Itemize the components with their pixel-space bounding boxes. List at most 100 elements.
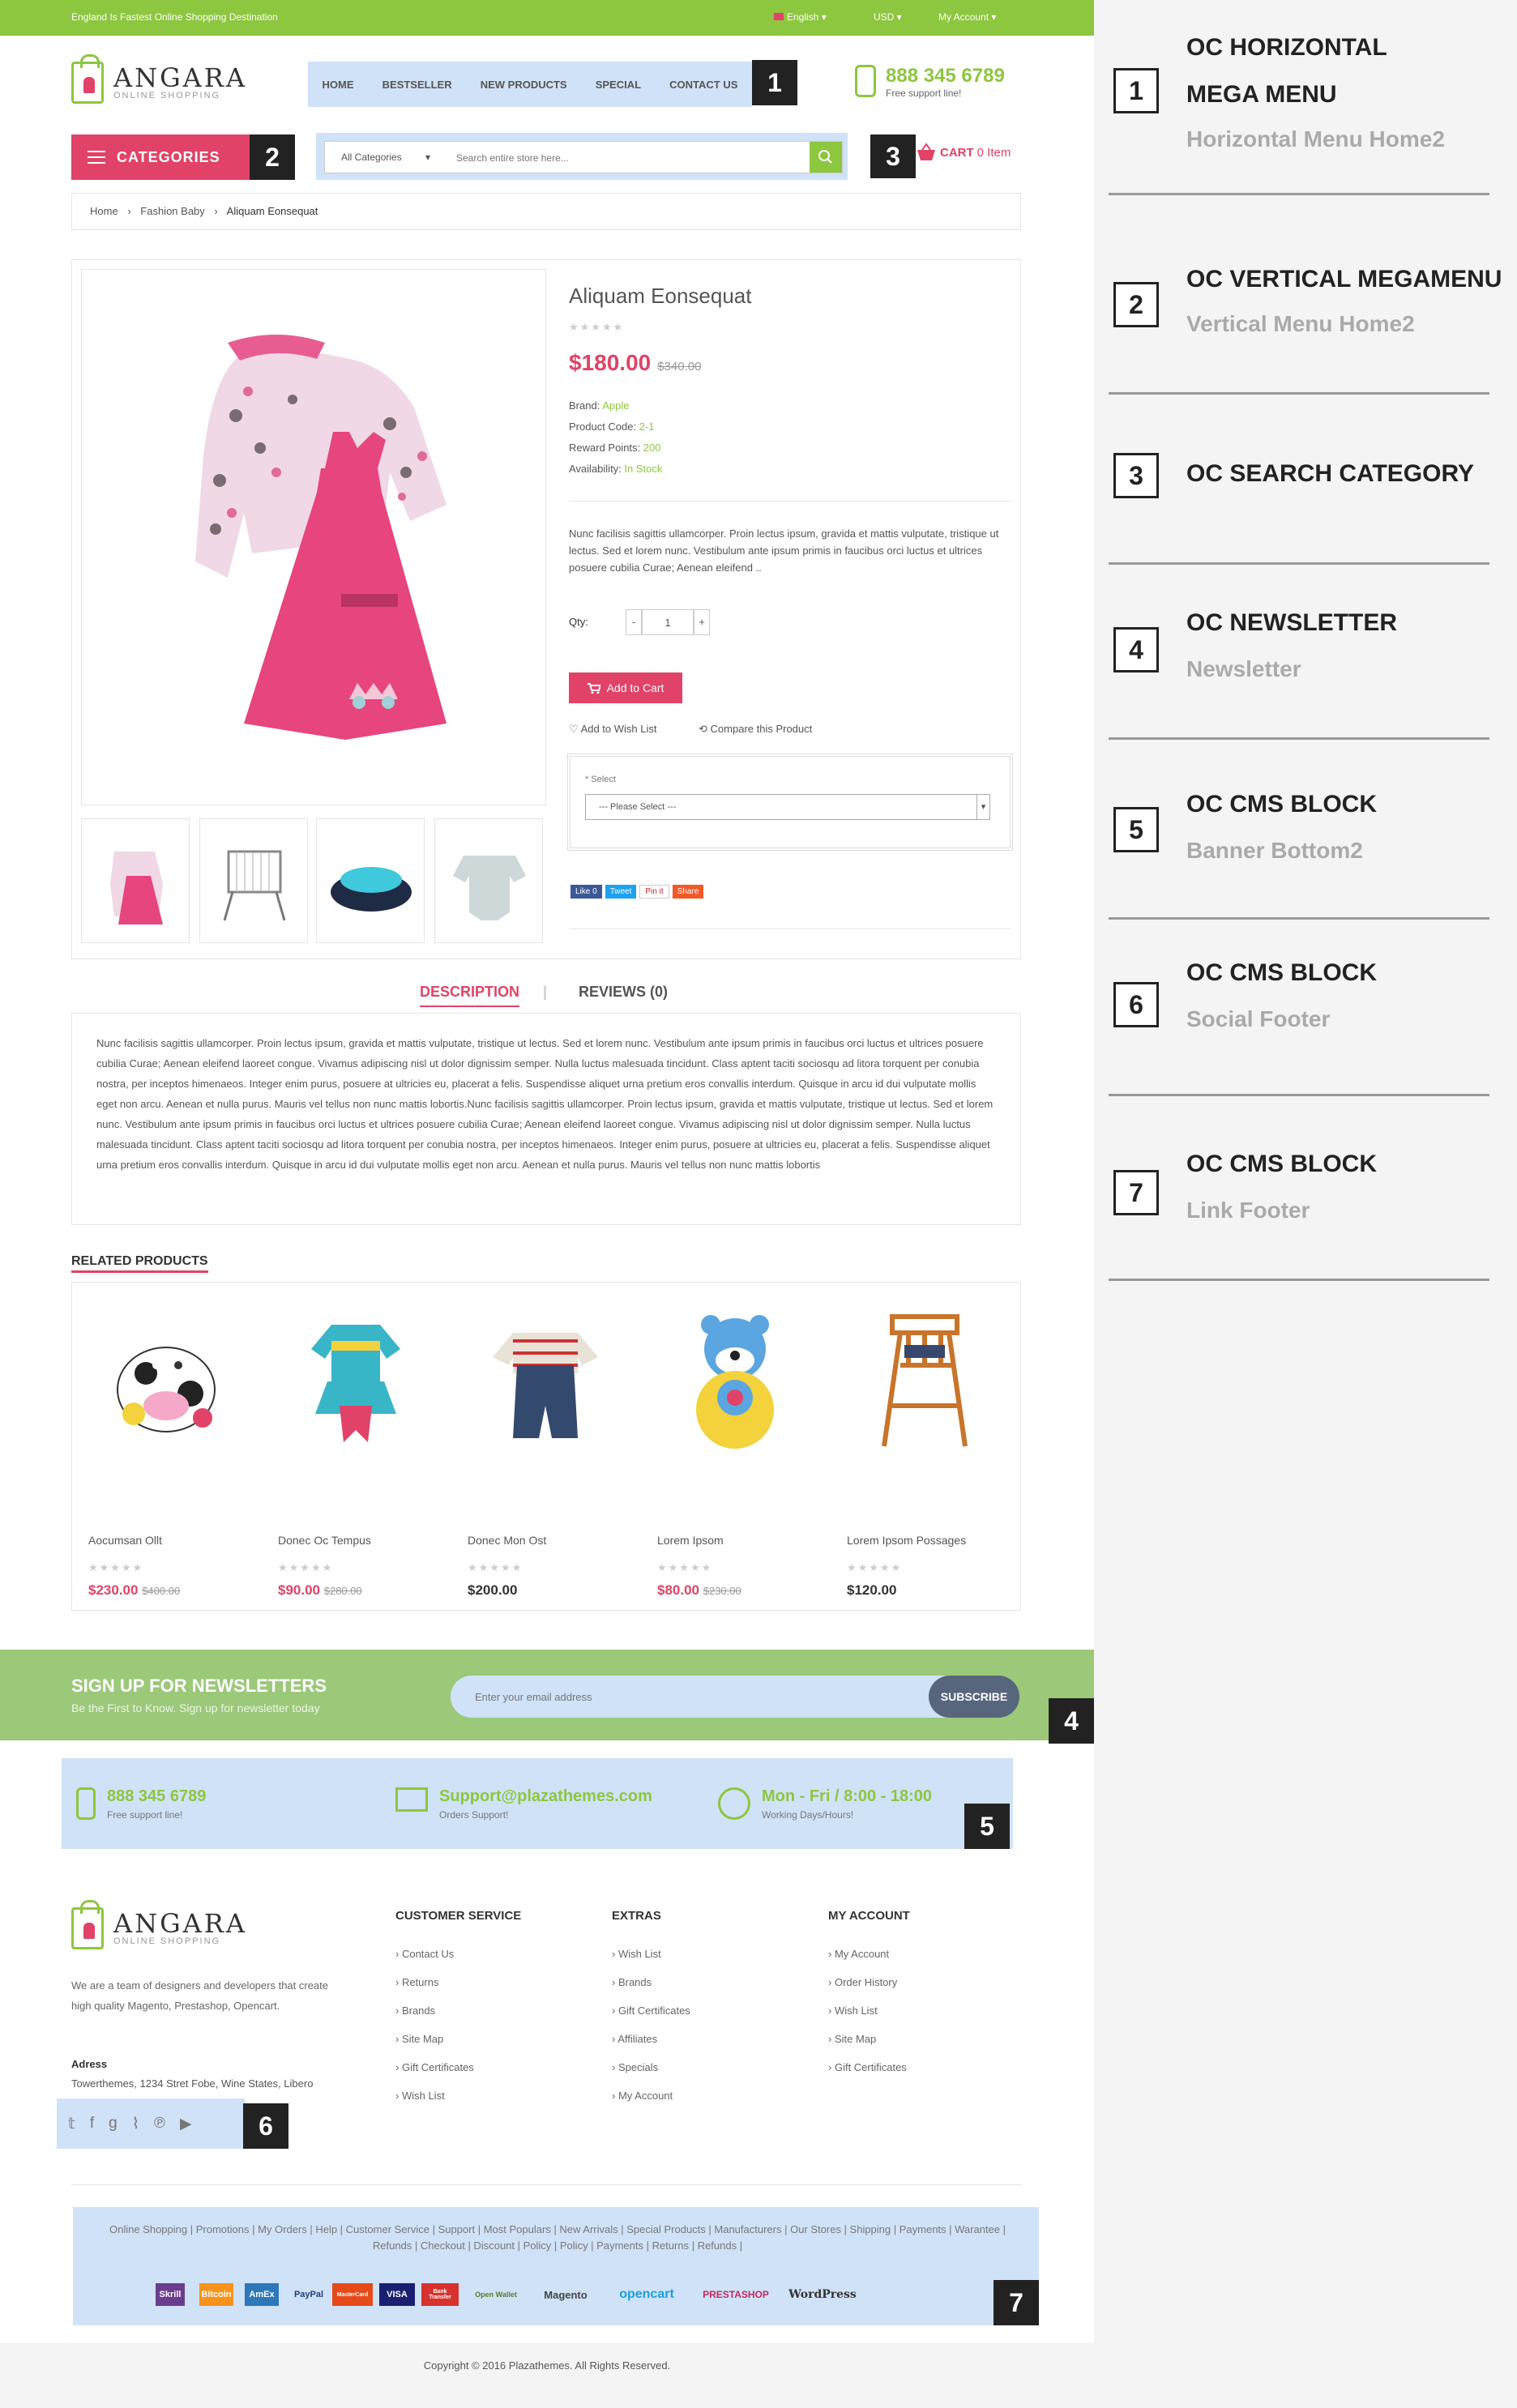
- footer-link[interactable]: › Gift Certificates: [395, 2061, 474, 2073]
- add-to-cart-label: Add to Cart: [606, 681, 664, 694]
- wishlist-link[interactable]: ♡ Add to Wish List: [569, 723, 657, 736]
- menu-item-home[interactable]: HOME: [323, 79, 354, 91]
- footer-link[interactable]: › Brands: [395, 2005, 435, 2017]
- rating-stars: ★★★★★: [847, 1561, 903, 1573]
- product-options: * Select --- Please Select --- ▾: [567, 754, 1013, 851]
- product-card[interactable]: Lorem Ipsom ★★★★★ $80.00 $230.00: [641, 1283, 831, 1612]
- qty-input[interactable]: [642, 609, 694, 635]
- qty-plus-button[interactable]: +: [694, 609, 710, 635]
- annotation-subtitle: Horizontal Menu Home2: [1186, 126, 1445, 152]
- annotation-4: 4 OC NEWSLETTER Newsletter: [1094, 600, 1517, 770]
- qty-minus-button[interactable]: -: [626, 609, 642, 635]
- facebook-icon[interactable]: f: [90, 2115, 94, 2133]
- search-button[interactable]: [810, 142, 842, 173]
- menu-item-new-products[interactable]: NEW PRODUCTS: [481, 79, 567, 91]
- product-name[interactable]: Donec Oc Tempus: [278, 1534, 371, 1547]
- language-select[interactable]: English ▾: [774, 11, 827, 23]
- footer-link[interactable]: › Contact Us: [395, 1948, 454, 1960]
- tab-reviews[interactable]: REVIEWS (0): [579, 984, 668, 1001]
- search-bar: All Categories ▾: [324, 141, 843, 173]
- logo[interactable]: ANGARA ONLINE SHOPPING: [71, 54, 247, 104]
- twitter-icon[interactable]: 𝕥: [68, 2115, 75, 2133]
- share-button[interactable]: Share: [672, 885, 704, 899]
- roly-poly-toy-image: [696, 1315, 774, 1449]
- tab-description[interactable]: DESCRIPTION: [420, 984, 520, 1007]
- add-to-cart-button[interactable]: Add to Cart: [569, 672, 682, 703]
- menu-item-contact-us[interactable]: CONTACT US: [669, 79, 737, 91]
- thumbnail-3[interactable]: [316, 818, 425, 943]
- search-input[interactable]: [456, 150, 797, 166]
- footer-link[interactable]: › Wish List: [395, 2090, 445, 2102]
- footer-bottom-links[interactable]: Online Shopping | Promotions | My Orders…: [96, 2222, 1019, 2254]
- product-card[interactable]: Lorem Ipsom Possages ★★★★★ $120.00: [831, 1283, 1020, 1612]
- footer-link[interactable]: › Affiliates: [612, 2033, 657, 2045]
- pinterest-button[interactable]: Pin it: [639, 885, 669, 899]
- footer-link[interactable]: › Returns: [395, 1976, 438, 1988]
- annotation-subtitle: Link Footer: [1186, 1198, 1310, 1223]
- product-card[interactable]: Donec Mon Ost ★★★★★ $200.00: [451, 1283, 641, 1612]
- menu-item-bestseller[interactable]: BESTSELLER: [382, 79, 452, 91]
- footer-link[interactable]: › Site Map: [395, 2033, 443, 2045]
- breadcrumb-category[interactable]: Fashion Baby: [140, 205, 205, 217]
- wishlist-label: Add to Wish List: [580, 723, 657, 735]
- footer-link[interactable]: › Gift Certificates: [828, 2061, 907, 2073]
- prestashop-logo: PRESTASHOP: [703, 2289, 769, 2300]
- subscribe-button[interactable]: SUBSCRIBE: [929, 1676, 1019, 1718]
- categories-button[interactable]: CATEGORIES: [71, 134, 256, 180]
- product-card[interactable]: Donec Oc Tempus ★★★★★ $90.00 $280.00: [262, 1283, 451, 1612]
- compare-label: Compare this Product: [710, 723, 813, 735]
- breadcrumb-home[interactable]: Home: [90, 205, 118, 217]
- option-select[interactable]: --- Please Select --- ▾: [585, 794, 990, 820]
- bean-bag-thumbnail: [331, 867, 412, 912]
- annotation-number: 7: [1113, 1170, 1159, 1215]
- thumbnail-2[interactable]: [199, 818, 308, 943]
- cart-button[interactable]: CART 0 Item: [916, 143, 1011, 162]
- annotation-divider: [1109, 1279, 1489, 1281]
- product-name[interactable]: Lorem Ipsom: [657, 1534, 724, 1547]
- footer-link[interactable]: › Wish List: [612, 1948, 661, 1960]
- youtube-icon[interactable]: ▶: [180, 2115, 192, 2133]
- footer-link[interactable]: › Wish List: [828, 2005, 878, 2017]
- logo-name: ANGARA: [113, 62, 247, 93]
- availability-label: Availability:: [569, 463, 622, 475]
- menu-item-special[interactable]: SPECIAL: [596, 79, 641, 91]
- thumbnail-1[interactable]: [81, 818, 190, 943]
- footer-logo[interactable]: ANGARA ONLINE SHOPPING: [71, 1900, 247, 1949]
- annotation-panel: 1 OC HORIZONTAL MEGA MENU Horizontal Men…: [1094, 0, 1517, 2408]
- search-category-select[interactable]: All Categories ▾: [325, 142, 455, 173]
- pinterest-icon[interactable]: ℗: [154, 2115, 165, 2133]
- footer-link[interactable]: › My Account: [612, 2090, 673, 2102]
- facebook-like-button[interactable]: Like 0: [570, 885, 602, 899]
- footer-link[interactable]: › Order History: [828, 1976, 897, 1988]
- banner-item-phone: 888 345 6789 Free support line!: [76, 1787, 206, 1821]
- annotation-badge-1: 1: [752, 60, 797, 105]
- opencart-logo: opencart: [619, 2287, 674, 2301]
- footer-link[interactable]: › Site Map: [828, 2033, 876, 2045]
- account-menu[interactable]: My Account ▾: [938, 11, 996, 23]
- tweet-button[interactable]: Tweet: [605, 885, 637, 899]
- email-input[interactable]: [475, 1689, 912, 1705]
- banner-email-label: Orders Support!: [439, 1809, 509, 1821]
- phone-label: Free support line!: [886, 88, 962, 99]
- footer-link[interactable]: › Gift Certificates: [612, 2005, 690, 2017]
- product-name[interactable]: Donec Mon Ost: [468, 1534, 546, 1547]
- footer-link[interactable]: › Specials: [612, 2061, 658, 2073]
- banner-hours: Mon - Fri / 8:00 - 18:00: [762, 1787, 933, 1805]
- annotation-title: OC NEWSLETTER: [1186, 609, 1397, 636]
- product-main-image[interactable]: [81, 269, 546, 805]
- footer-link[interactable]: › My Account: [828, 1948, 889, 1960]
- product-name[interactable]: Aocumsan Ollt: [88, 1534, 162, 1547]
- currency-select[interactable]: USD ▾: [874, 11, 902, 23]
- rss-icon[interactable]: ⌇: [132, 2115, 139, 2133]
- banner-email[interactable]: Support@plazathemes.com: [439, 1787, 652, 1806]
- footer-link[interactable]: › Brands: [612, 1976, 652, 1988]
- baby-dress-image: [195, 335, 447, 740]
- brand-link[interactable]: Apple: [602, 399, 629, 412]
- product-card[interactable]: Aocumsan Ollt ★★★★★ $230.00 $400.00: [72, 1283, 262, 1612]
- compare-link[interactable]: ⟲ Compare this Product: [699, 723, 812, 736]
- product-old-price: $400.00: [142, 1585, 181, 1597]
- thumbnail-4[interactable]: [434, 818, 543, 943]
- google-plus-icon[interactable]: g: [109, 2115, 118, 2133]
- product-name[interactable]: Lorem Ipsom Possages: [847, 1534, 966, 1547]
- brand-label: Brand:: [569, 399, 600, 412]
